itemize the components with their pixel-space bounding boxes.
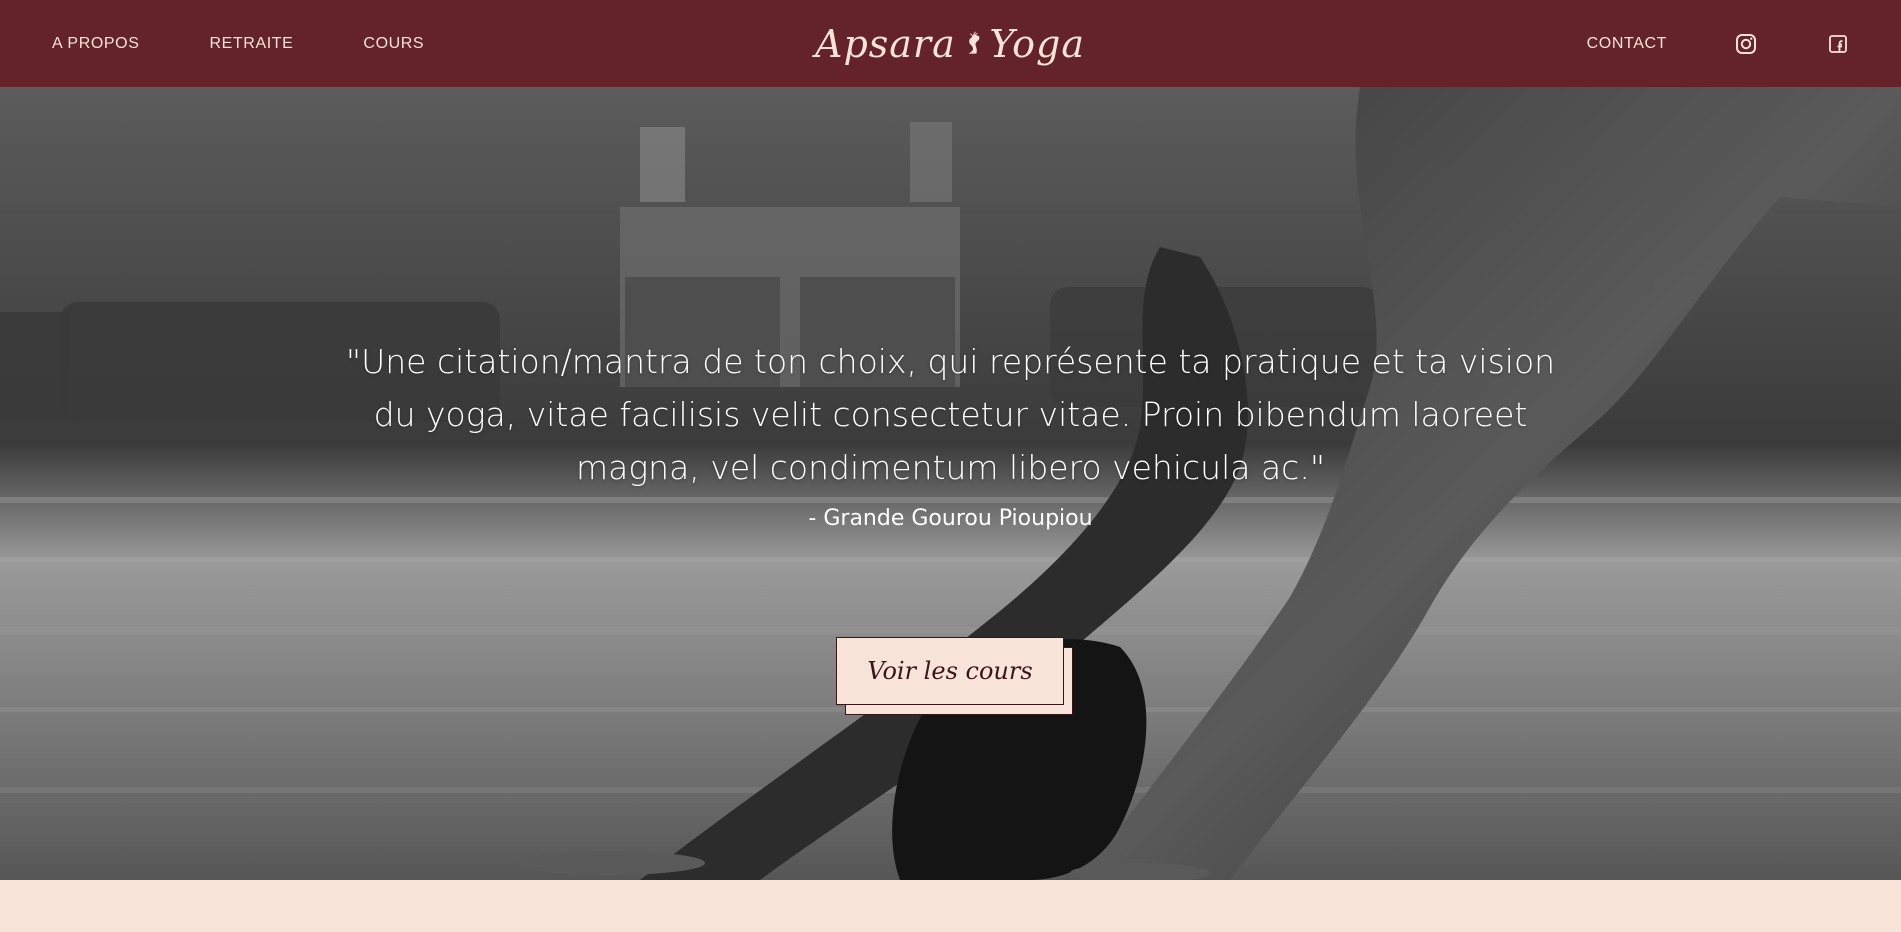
hero-quote-author: - Grande Gourou Pioupiou [808,506,1093,531]
logo-word-apsara: Apsara [815,22,956,66]
hero-text: "Une citation/mantra de ton choix, qui r… [330,335,1571,534]
header-right: CONTACT [1587,0,1901,87]
site-logo[interactable]: Apsara Yoga [815,12,1085,76]
nav-link-retraite[interactable]: RETRAITE [210,35,294,53]
nav-link-cours[interactable]: COURS [363,35,424,53]
hero-section: "Une citation/mantra de ton choix, qui r… [0,87,1901,880]
cta-wrapper: Voir les cours [836,637,1074,715]
logo-word-yoga: Yoga [989,22,1085,66]
instagram-icon[interactable] [1735,33,1757,55]
voir-les-cours-button[interactable]: Voir les cours [836,637,1064,705]
page: A PROPOS RETRAITE COURS Apsara Yoga CONT… [0,0,1901,932]
main-nav: A PROPOS RETRAITE COURS [52,0,494,87]
nav-link-a-propos[interactable]: A PROPOS [52,35,140,53]
next-section [0,880,1901,932]
nav-link-contact[interactable]: CONTACT [1587,35,1667,53]
site-header: A PROPOS RETRAITE COURS Apsara Yoga CONT… [0,0,1901,87]
dancer-icon [968,31,980,54]
hero-quote: "Une citation/mantra de ton choix, qui r… [345,342,1556,487]
facebook-icon[interactable] [1827,33,1849,55]
